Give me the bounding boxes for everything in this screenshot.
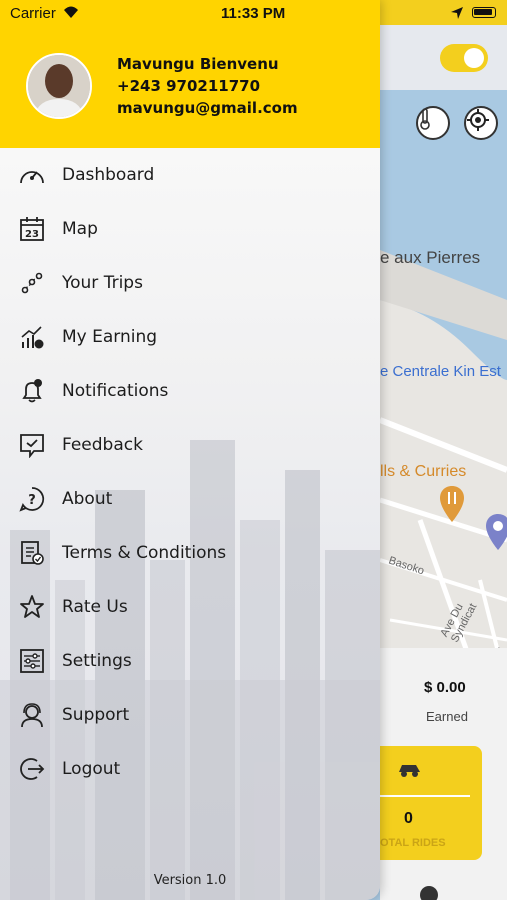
menu-item-dashboard[interactable]: Dashboard: [0, 148, 380, 202]
question-icon: ?: [18, 485, 46, 513]
menu-item-notifications[interactable]: Notifications: [0, 364, 380, 418]
menu-item-about[interactable]: ? About: [0, 472, 380, 526]
map-place-label: e Centrale Kin Est: [380, 363, 501, 380]
map-place-label: lls & Curries: [380, 463, 467, 480]
side-drawer: Carrier 11:33 PM Mavungu Bienvenu +243 9…: [0, 0, 380, 900]
menu-item-label: About: [62, 489, 113, 509]
map-marker: [420, 886, 438, 900]
chart-icon: [18, 323, 46, 351]
menu-item-label: Feedback: [62, 435, 143, 455]
car-icon: [399, 765, 420, 777]
calendar-icon: 23: [18, 215, 46, 243]
menu-item-label: Rate Us: [62, 597, 128, 617]
total-rides-label: OTAL RIDES: [380, 837, 446, 849]
menu-item-feedback[interactable]: Feedback: [0, 418, 380, 472]
app-version: Version 1.0: [153, 873, 227, 888]
menu-item-support[interactable]: Support: [0, 688, 380, 742]
rides-divider: [380, 795, 470, 797]
menu-item-label: Logout: [62, 759, 121, 779]
location-arrow-icon: [451, 7, 463, 19]
carrier-label: Carrier: [10, 5, 56, 22]
route-icon: [18, 269, 46, 297]
bell-icon: [18, 377, 46, 405]
avatar-photo: [28, 55, 90, 117]
menu-item-label: Support: [62, 705, 130, 725]
menu-item-label: Terms & Conditions: [62, 543, 227, 563]
thermometer-icon: [420, 108, 430, 130]
menu-item-map[interactable]: 23 Map: [0, 202, 380, 256]
online-toggle[interactable]: [440, 44, 488, 72]
crosshair-icon: [467, 109, 489, 131]
menu-item-rate-us[interactable]: Rate Us: [0, 580, 380, 634]
menu-item-logout[interactable]: Logout: [0, 742, 380, 796]
profile-name: Mavungu Bienvenu: [117, 55, 279, 73]
svg-text:23: 23: [25, 229, 39, 240]
earned-value: $ 0.00: [424, 679, 466, 696]
feedback-icon: [18, 431, 46, 459]
restaurant-pin-icon: [440, 486, 464, 522]
sliders-icon: [18, 647, 46, 675]
battery-icon: [472, 7, 496, 18]
thermometer-button[interactable]: [416, 106, 450, 140]
locate-me-button[interactable]: [464, 106, 498, 140]
clock: 11:33 PM: [221, 5, 286, 22]
star-icon: [18, 593, 46, 621]
document-icon: [18, 539, 46, 567]
status-bar: Carrier 11:33 PM: [0, 0, 380, 28]
headset-icon: [18, 701, 46, 729]
menu-item-my-earning[interactable]: My Earning: [0, 310, 380, 364]
svg-text:?: ?: [28, 493, 36, 508]
menu-item-terms[interactable]: Terms & Conditions: [0, 526, 380, 580]
place-pin-icon: [486, 514, 507, 550]
menu-item-label: Your Trips: [62, 273, 143, 293]
profile-phone: +243 970211770: [117, 77, 261, 95]
earned-label: Earned: [426, 709, 468, 724]
map-place-label: e aux Pierres: [380, 248, 481, 267]
avatar[interactable]: [26, 53, 92, 119]
menu-item-label: My Earning: [62, 327, 158, 347]
menu-item-label: Notifications: [62, 381, 169, 401]
menu-item-settings[interactable]: Settings: [0, 634, 380, 688]
menu-item-your-trips[interactable]: Your Trips: [0, 256, 380, 310]
menu-item-label: Dashboard: [62, 165, 155, 185]
menu-item-label: Settings: [62, 651, 132, 671]
total-rides-value: 0: [404, 810, 413, 827]
logout-icon: [18, 755, 46, 783]
speedometer-icon: [18, 161, 46, 189]
profile-email: mavungu@gmail.com: [117, 99, 298, 117]
profile-header: Carrier 11:33 PM Mavungu Bienvenu +243 9…: [0, 0, 380, 148]
menu-item-label: Map: [62, 219, 98, 239]
wifi-icon: [64, 6, 78, 18]
